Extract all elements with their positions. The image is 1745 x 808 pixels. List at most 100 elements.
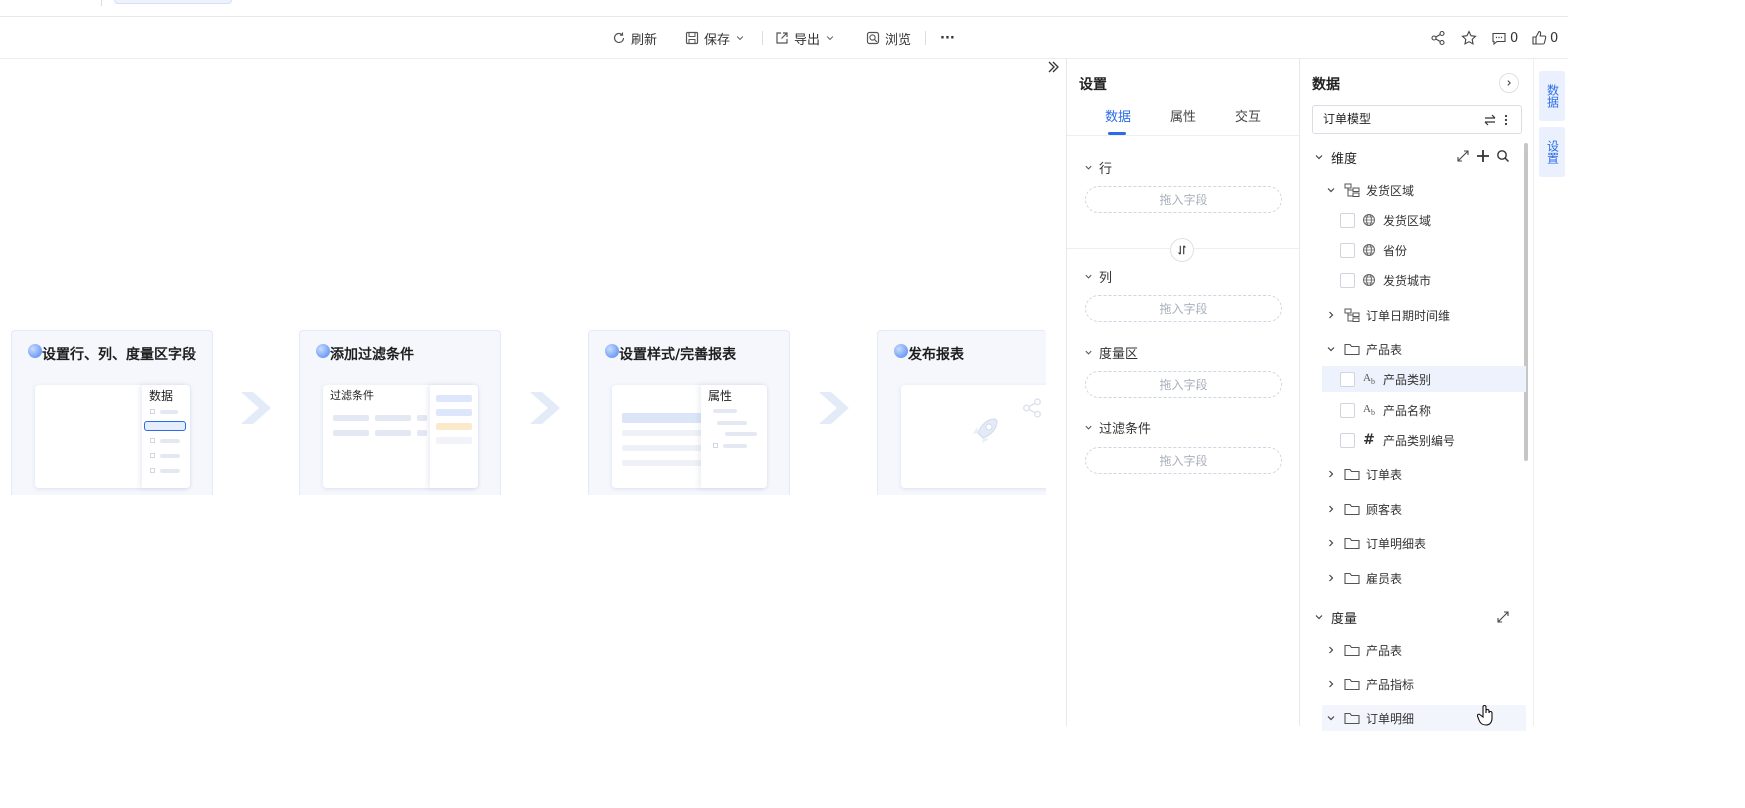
expand-panel-button[interactable] (1499, 73, 1519, 93)
folder-icon (1344, 643, 1360, 657)
mock-table-row (622, 460, 702, 466)
tree-field[interactable]: 发货区域 (1322, 207, 1526, 233)
dimension-group[interactable]: 维度 (1314, 145, 1526, 169)
section-rows[interactable]: 行 (1084, 158, 1112, 177)
tree-node[interactable]: 订单表 (1322, 461, 1526, 487)
side-tab-data[interactable]: 数据 (1539, 71, 1565, 121)
tree-field[interactable]: # 产品类别编号 (1322, 427, 1526, 453)
mock-panel-title: 数据 (149, 389, 174, 403)
tree-node[interactable]: 雇员表 (1322, 565, 1526, 591)
tab-separator (101, 0, 102, 6)
tree-label: 雇员表 (1366, 571, 1403, 586)
switch-model-icon[interactable] (1483, 113, 1497, 127)
mock-filter-field (417, 430, 427, 436)
tab-data[interactable]: 数据 (1105, 106, 1131, 125)
globe-icon (1361, 243, 1377, 257)
step-arrow-icon (819, 392, 849, 424)
chevron-right-icon (1329, 539, 1334, 547)
folder-icon (1344, 711, 1360, 725)
tree-field[interactable]: 发货城市 (1322, 267, 1526, 293)
field-checkbox[interactable] (1340, 371, 1355, 387)
step-illustration: 数据 (35, 385, 190, 488)
tree-label: 产品名称 (1383, 403, 1432, 418)
chevron-down-icon (1085, 425, 1092, 430)
mock-checkbox (150, 468, 155, 473)
swap-rows-columns-button[interactable] (1170, 238, 1194, 262)
section-measures[interactable]: 度量区 (1084, 343, 1138, 362)
favorite-button[interactable] (1461, 27, 1477, 49)
collapse-all-icon[interactable] (1456, 149, 1470, 163)
tree-node[interactable]: 顾客表 (1322, 496, 1526, 522)
step-illustration (901, 385, 1046, 488)
field-checkbox[interactable] (1340, 212, 1355, 228)
filters-dropzone[interactable]: 拖入字段 (1085, 447, 1282, 474)
hand-cursor-icon (1477, 705, 1493, 726)
field-checkbox[interactable] (1340, 432, 1355, 448)
field-checkbox[interactable] (1340, 242, 1355, 258)
section-columns[interactable]: 列 (1084, 267, 1112, 286)
mock-line (160, 469, 180, 473)
refresh-icon (613, 32, 625, 44)
comment-icon (1492, 32, 1506, 46)
tree-node[interactable]: 订单明细表 (1322, 530, 1526, 556)
tree-node[interactable]: 发货区域 (1322, 177, 1526, 203)
tab-properties[interactable]: 属性 (1170, 106, 1196, 125)
chevron-right-icon (1329, 646, 1334, 654)
step-arrow-icon (530, 392, 560, 424)
search-icon[interactable] (1496, 149, 1510, 163)
tree-label: 发货区域 (1366, 183, 1415, 198)
export-icon (776, 32, 788, 44)
collapse-panel-button[interactable] (1043, 59, 1063, 75)
export-button[interactable]: 导出 (775, 27, 835, 49)
mock-line (436, 409, 472, 416)
mock-selected-row (144, 421, 186, 431)
tree-label: 顾客表 (1366, 502, 1403, 517)
tree-label: 订单日期时间维 (1366, 308, 1451, 323)
tree-field[interactable]: 省份 (1322, 237, 1526, 263)
measure-node[interactable]: 产品指标 (1322, 671, 1526, 697)
measure-node[interactable]: 订单明细 (1322, 705, 1526, 731)
comment-button[interactable]: 0 (1491, 27, 1518, 49)
active-tab[interactable] (114, 0, 232, 4)
mock-data-panel: 数据 (142, 385, 190, 488)
field-checkbox[interactable] (1340, 402, 1355, 418)
save-button[interactable]: 保存 (685, 27, 745, 49)
add-icon[interactable] (1476, 149, 1490, 163)
rows-dropzone[interactable]: 拖入字段 (1085, 186, 1282, 213)
folder-icon (1344, 502, 1360, 516)
field-checkbox[interactable] (1340, 272, 1355, 288)
more-button[interactable]: ··· (940, 27, 955, 49)
step-title: 发布报表 (908, 347, 964, 363)
share-button[interactable] (1430, 27, 1446, 49)
refresh-button[interactable]: 刷新 (612, 27, 657, 49)
measures-dropzone[interactable]: 拖入字段 (1085, 371, 1282, 398)
hierarchy-icon (1344, 183, 1360, 197)
chevron-right-icon (1329, 574, 1334, 582)
tree-node[interactable]: 产品表 (1322, 336, 1526, 362)
measure-group[interactable]: 度量 (1314, 605, 1526, 629)
collapse-all-icon[interactable] (1496, 610, 1510, 624)
folder-icon (1344, 677, 1360, 691)
measure-node[interactable]: 产品表 (1322, 637, 1526, 663)
more-vertical-icon[interactable] (1499, 113, 1513, 127)
columns-dropzone[interactable]: 拖入字段 (1085, 295, 1282, 322)
step-badge-icon (894, 344, 908, 358)
mock-line (436, 423, 472, 430)
data-panel: 数据 订单模型 维度 发货区域 发货区域 省份 发货城市 订单日期时间维 产品表 Ab 产品类… (1300, 59, 1533, 731)
toolbar: 刷新 保存 导出 浏览 ··· 0 0 (0, 17, 1568, 59)
model-select[interactable]: 订单模型 (1312, 105, 1522, 134)
like-button[interactable]: 0 (1531, 27, 1558, 49)
folder-icon (1344, 467, 1360, 481)
tree-field[interactable]: Ab 产品类别 (1322, 366, 1526, 392)
side-tab-settings[interactable]: 设置 (1539, 127, 1565, 177)
folder-icon (1344, 536, 1360, 550)
tree-node[interactable]: 订单日期时间维 (1322, 302, 1526, 328)
mock-line (713, 409, 737, 413)
section-filters[interactable]: 过滤条件 (1084, 418, 1151, 437)
report-canvas[interactable]: 设置行、列、度量区字段 数据 添加过滤条件 过滤条件 设置样式/完善报表 属性 … (0, 59, 1046, 726)
tab-interaction[interactable]: 交互 (1235, 106, 1261, 125)
preview-button[interactable]: 浏览 (866, 27, 911, 49)
side-tab-label: 设置 (1545, 140, 1560, 164)
tree-field[interactable]: Ab 产品名称 (1322, 397, 1526, 423)
data-panel-title: 数据 (1312, 77, 1340, 93)
